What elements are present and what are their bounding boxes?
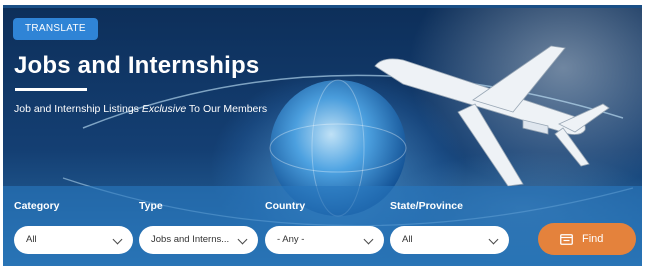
chevron-down-icon: [488, 234, 499, 245]
chevron-down-icon: [112, 234, 123, 245]
hero-banner: TRANSLATE Jobs and Internships Job and I…: [3, 5, 642, 266]
find-button[interactable]: Find: [538, 223, 636, 255]
category-select-value: All: [26, 234, 37, 245]
type-select[interactable]: Jobs and Interns...: [139, 226, 258, 254]
title-underline: [15, 88, 87, 91]
country-label: Country: [265, 200, 306, 212]
category-label: Category: [14, 200, 60, 212]
chevron-down-icon: [363, 234, 374, 245]
subtitle-suffix: To Our Members: [186, 103, 268, 115]
calendar-icon: [560, 234, 573, 245]
chevron-down-icon: [237, 234, 248, 245]
state-province-label: State/Province: [390, 200, 463, 212]
find-button-label: Find: [582, 233, 604, 245]
country-select-value: - Any -: [277, 234, 305, 245]
type-select-value: Jobs and Interns...: [151, 234, 230, 245]
country-select[interactable]: - Any -: [265, 226, 384, 254]
page-subtitle: Job and Internship Listings Exclusive To…: [14, 103, 267, 115]
state-province-select-value: All: [402, 234, 413, 245]
search-filter-bar: Category Type Country State/Province All…: [3, 186, 642, 266]
type-label: Type: [139, 200, 163, 212]
state-province-select[interactable]: All: [390, 226, 509, 254]
category-select[interactable]: All: [14, 226, 133, 254]
subtitle-prefix: Job and Internship Listings: [14, 103, 142, 115]
page-title: Jobs and Internships: [14, 52, 260, 79]
airplane-image: [374, 45, 610, 187]
subtitle-emphasis: Exclusive: [141, 103, 187, 115]
translate-button[interactable]: TRANSLATE: [13, 18, 98, 40]
